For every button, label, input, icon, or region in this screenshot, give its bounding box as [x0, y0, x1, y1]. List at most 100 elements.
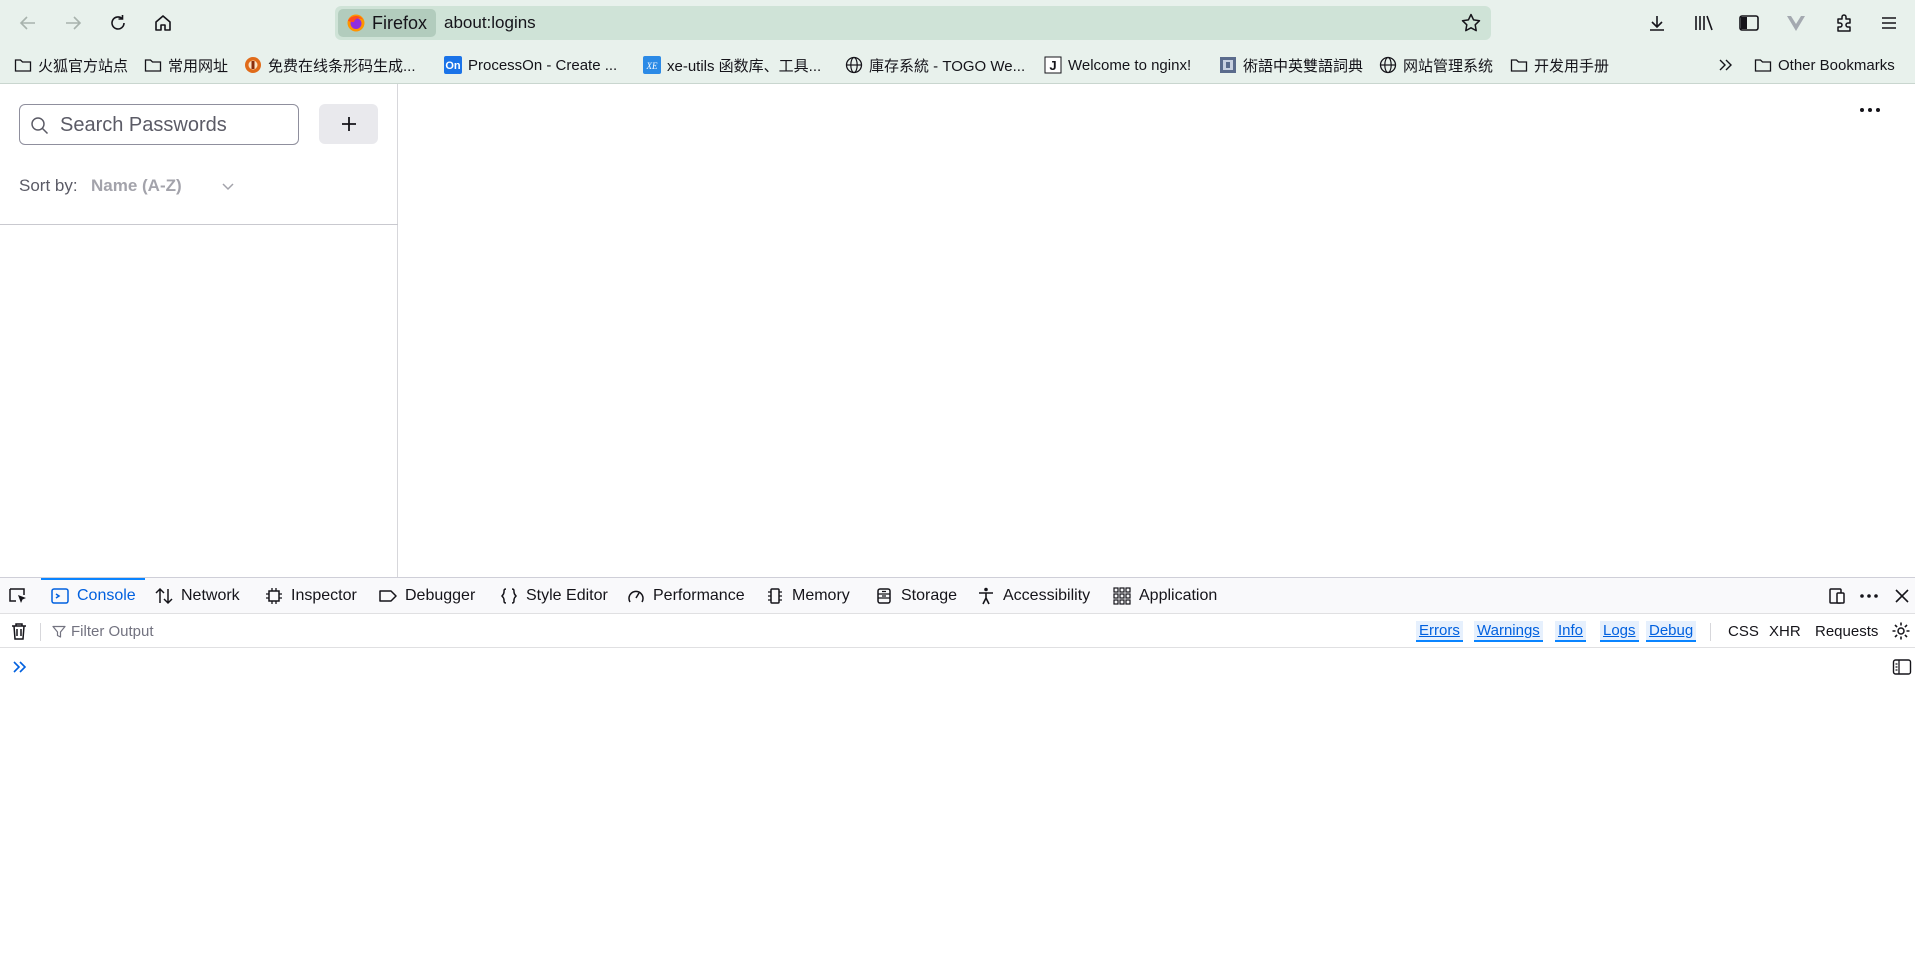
bookmark-item[interactable]: 免费在线条形码生成... — [244, 54, 416, 76]
filter-requests-button[interactable]: Requests — [1815, 623, 1878, 640]
sort-select[interactable]: Name (A-Z) — [91, 176, 182, 196]
folder-icon — [1754, 56, 1772, 74]
firefox-logo-icon — [347, 14, 365, 32]
back-arrow-icon — [19, 16, 35, 30]
devtools-options-button[interactable] — [1858, 585, 1880, 607]
bookmark-item[interactable]: 常用网址 — [144, 54, 228, 76]
bookmark-item[interactable]: J Welcome to nginx! — [1044, 54, 1191, 76]
dock-toggle-button[interactable] — [1826, 585, 1848, 607]
gear-icon — [1892, 622, 1910, 640]
identity-label: Firefox — [372, 12, 428, 33]
url-text[interactable]: about:logins — [444, 13, 536, 33]
sidebar-icon — [1739, 15, 1759, 31]
extensions-button[interactable] — [1828, 7, 1860, 39]
bookmark-item[interactable]: 庫存系統 - TOGO We... — [845, 54, 1025, 76]
app-menu-button[interactable] — [1873, 7, 1905, 39]
bookmark-item[interactable]: 術語中英雙語詞典 — [1219, 54, 1363, 76]
tab-label: Performance — [653, 587, 745, 604]
network-icon — [154, 586, 174, 606]
filter-info-button[interactable]: Info — [1555, 621, 1587, 642]
devtools-panel: Console Network Inspector Debugger Style… — [0, 577, 1915, 956]
sidebar-button[interactable] — [1733, 7, 1765, 39]
bookmarks-overflow-button[interactable] — [1717, 54, 1735, 76]
tab-network[interactable]: Network — [154, 578, 240, 614]
console-settings-button[interactable] — [1890, 620, 1912, 642]
star-icon — [1461, 13, 1481, 32]
xe-favicon: XE — [643, 56, 661, 74]
responsive-design-icon — [1829, 588, 1845, 604]
tab-label: Network — [181, 587, 240, 604]
storage-icon — [874, 586, 894, 606]
tab-label: Memory — [792, 587, 850, 604]
extension-v-button[interactable] — [1780, 7, 1812, 39]
home-button[interactable] — [147, 7, 179, 39]
tab-performance[interactable]: Performance — [626, 578, 745, 614]
tab-label: Debugger — [405, 587, 476, 604]
add-login-button[interactable] — [319, 104, 378, 144]
vue-devtools-icon — [1787, 16, 1805, 31]
reload-button[interactable] — [102, 7, 134, 39]
inspector-icon — [264, 586, 284, 606]
tab-console[interactable]: Console — [50, 578, 136, 614]
bookmark-item[interactable]: On ProcessOn - Create ... — [444, 54, 617, 76]
search-passwords-box[interactable] — [19, 104, 299, 145]
chevron-double-right-icon — [1717, 56, 1735, 74]
console-prompt-chevron-icon — [13, 661, 27, 673]
bookmark-item[interactable]: 火狐官方站点 — [14, 54, 128, 76]
bookmark-label: ProcessOn - Create ... — [468, 56, 618, 74]
tab-memory[interactable]: Memory — [765, 578, 850, 614]
library-button[interactable] — [1688, 7, 1720, 39]
close-devtools-button[interactable] — [1891, 585, 1913, 607]
tab-label: Accessibility — [1003, 587, 1091, 604]
filter-css-button[interactable]: CSS — [1728, 623, 1759, 640]
forward-button[interactable] — [57, 7, 89, 39]
console-input[interactable] — [40, 654, 1880, 680]
bookmark-label: 免费在线条形码生成... — [268, 57, 416, 75]
tab-label: Console — [77, 587, 136, 604]
bookmark-label: 火狐官方站点 — [38, 57, 129, 75]
folder-icon — [1510, 56, 1528, 74]
bookmark-item[interactable]: 网站管理系统 — [1379, 54, 1493, 76]
svg-text:On: On — [445, 60, 461, 72]
performance-gauge-icon — [626, 586, 646, 606]
editor-mode-toggle-button[interactable] — [1891, 656, 1913, 678]
j-favicon: J — [1044, 56, 1062, 74]
bookmark-star-button[interactable] — [1459, 11, 1483, 35]
identity-box[interactable]: Firefox — [338, 9, 437, 37]
reload-icon — [111, 15, 125, 30]
bookmark-label: xe-utils 函数库、工具... — [667, 57, 822, 75]
filter-xhr-button[interactable]: XHR — [1769, 623, 1801, 640]
tab-debugger[interactable]: Debugger — [378, 578, 475, 614]
filter-warnings-button[interactable]: Warnings — [1474, 621, 1543, 642]
downloads-button[interactable] — [1641, 7, 1673, 39]
bookmark-item[interactable]: XE xe-utils 函数库、工具... — [643, 54, 821, 76]
filter-logs-button[interactable]: Logs — [1600, 621, 1639, 642]
tab-accessibility[interactable]: Accessibility — [976, 578, 1090, 614]
bookmark-label: 开发用手册 — [1534, 57, 1610, 75]
tab-application[interactable]: Application — [1112, 578, 1217, 614]
tab-inspector[interactable]: Inspector — [264, 578, 357, 614]
filter-output-input[interactable]: Filter Output — [71, 623, 154, 640]
other-bookmarks-folder[interactable]: Other Bookmarks — [1754, 54, 1895, 76]
filter-errors-button[interactable]: Errors — [1416, 621, 1463, 642]
debugger-icon — [378, 586, 398, 606]
chevron-down-icon[interactable] — [221, 182, 235, 192]
search-icon — [31, 117, 49, 135]
library-icon — [1695, 15, 1713, 31]
navigation-toolbar: Firefox about:logins — [0, 0, 1915, 46]
svg-text:XE: XE — [646, 61, 658, 71]
tab-storage[interactable]: Storage — [874, 578, 957, 614]
search-passwords-input[interactable] — [60, 113, 290, 137]
accessibility-person-icon — [976, 586, 996, 606]
tab-label: Inspector — [291, 587, 357, 604]
back-button[interactable] — [12, 7, 44, 39]
tab-style-editor[interactable]: Style Editor — [499, 578, 608, 614]
clear-console-button[interactable] — [8, 620, 30, 642]
url-bar[interactable]: Firefox about:logins — [335, 6, 1491, 40]
sort-by-label: Sort by: — [19, 176, 78, 195]
page-menu-button[interactable] — [1856, 100, 1884, 120]
element-picker-button[interactable] — [7, 585, 29, 607]
processon-favicon: On — [444, 56, 462, 74]
filter-debug-button[interactable]: Debug — [1646, 621, 1697, 642]
bookmark-item[interactable]: 开发用手册 — [1510, 54, 1609, 76]
